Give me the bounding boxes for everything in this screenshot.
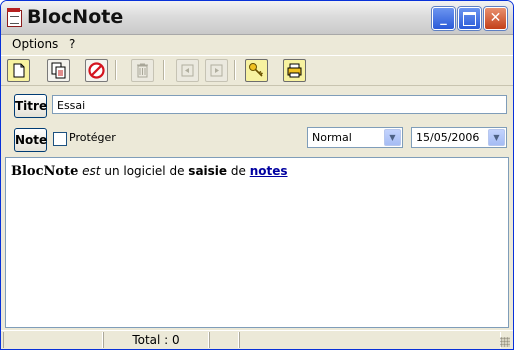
maximize-button[interactable]	[458, 7, 481, 30]
delete-button[interactable]	[131, 59, 154, 82]
menu-bar: Options ?	[1, 35, 513, 53]
editor-word-est: est	[82, 164, 101, 178]
editor-text: un logiciel de	[104, 164, 185, 178]
date-select-value: 15/05/2006	[416, 131, 480, 144]
save-document-button[interactable]	[47, 59, 70, 82]
toolbar-separator	[234, 60, 236, 80]
resize-grip-icon[interactable]	[500, 337, 510, 347]
cancel-icon	[88, 62, 105, 79]
protect-checkbox[interactable]	[53, 132, 67, 146]
print-button[interactable]	[283, 59, 306, 82]
toolbar	[1, 55, 513, 86]
editor-word-saisie: saisie	[188, 164, 228, 178]
notepad-icon	[7, 8, 22, 27]
cancel-button[interactable]	[85, 59, 108, 82]
close-icon: ✕	[489, 10, 502, 26]
menu-help[interactable]: ?	[69, 37, 75, 51]
key-button[interactable]	[245, 59, 268, 82]
new-document-button[interactable]	[7, 59, 30, 82]
minimize-button[interactable]: _	[432, 7, 455, 30]
next-button[interactable]	[205, 59, 228, 82]
note-editor[interactable]: BlocNote est un logiciel de saisie de no…	[5, 157, 509, 328]
title-input[interactable]: Essai	[52, 95, 507, 114]
maximize-icon	[463, 12, 476, 26]
status-panel	[239, 332, 501, 348]
menu-options[interactable]: Options	[12, 37, 58, 51]
toolbar-separator	[115, 60, 117, 80]
status-panel	[209, 332, 239, 348]
style-select[interactable]: Normal ▼	[307, 127, 403, 148]
title-bar[interactable]: BlocNote _ ✕	[1, 1, 513, 35]
chevron-down-icon[interactable]: ▼	[488, 129, 505, 146]
note-button[interactable]: Note	[14, 128, 47, 152]
editor-word-blocnote: BlocNote	[11, 164, 79, 179]
key-icon	[249, 63, 263, 77]
status-bar: Total : 0	[1, 330, 513, 349]
titre-button[interactable]: Titre	[14, 94, 47, 118]
delete-trash-icon	[137, 63, 148, 78]
new-document-icon	[13, 63, 25, 78]
status-panel	[3, 332, 103, 348]
toolbar-separator	[163, 60, 165, 80]
close-button[interactable]: ✕	[484, 7, 507, 30]
chevron-down-icon[interactable]: ▼	[384, 129, 401, 146]
editor-word-de: de	[230, 164, 246, 178]
window-title: BlocNote	[27, 6, 124, 28]
protect-label: Protéger	[69, 131, 116, 144]
editor-link-notes[interactable]: notes	[250, 164, 288, 178]
previous-button[interactable]	[176, 59, 199, 82]
previous-icon	[181, 64, 194, 77]
style-select-value: Normal	[312, 131, 352, 144]
app-window: BlocNote _ ✕ Options ? Titre Essai Note …	[0, 0, 514, 350]
next-icon	[210, 64, 223, 77]
date-select[interactable]: 15/05/2006 ▼	[411, 127, 507, 148]
print-icon	[287, 63, 302, 78]
editor-content: BlocNote est un logiciel de saisie de no…	[11, 164, 288, 179]
save-document-icon	[51, 62, 66, 79]
status-total: Total : 0	[103, 332, 209, 348]
